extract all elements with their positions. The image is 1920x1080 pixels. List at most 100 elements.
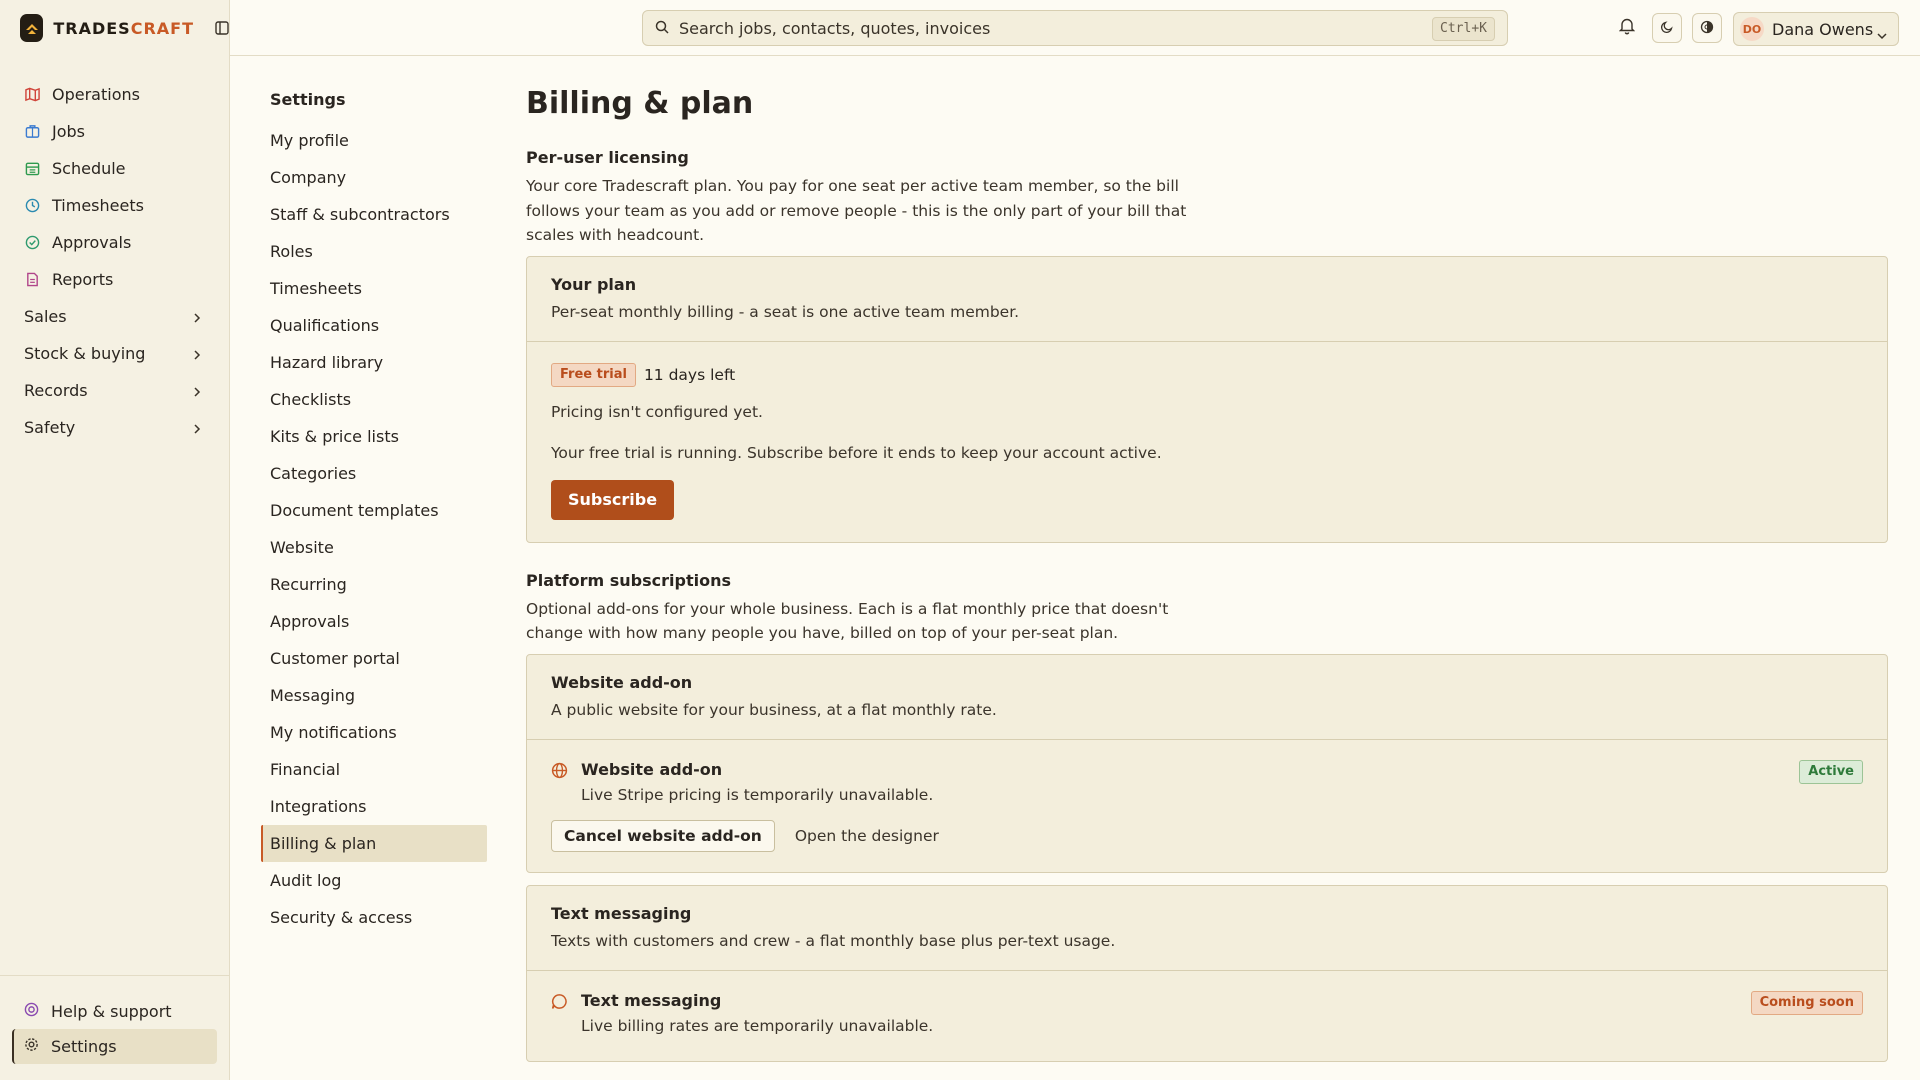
- sidebar-item-schedule[interactable]: Schedule: [0, 150, 229, 187]
- text-messaging-card: Text messaging Texts with customers and …: [526, 884, 1888, 1062]
- settings-item-timesheets[interactable]: Timesheets: [261, 270, 487, 307]
- settings-nav-title: Settings: [270, 90, 346, 109]
- sidebar-item-label: Timesheets: [52, 196, 144, 215]
- settings-item-billing-plan[interactable]: Billing & plan: [261, 825, 487, 862]
- sidebar-group-sales[interactable]: Sales: [0, 298, 229, 335]
- website-addon-row: Website add-on Live Stripe pricing is te…: [551, 760, 1863, 808]
- sidebar-nav: Operations Jobs Schedule Timesheets Appr…: [0, 76, 229, 446]
- main-content: Billing & plan Per-user licensing Your c…: [526, 86, 1888, 1062]
- settings-item-messaging[interactable]: Messaging: [261, 677, 487, 714]
- moon-icon: [1660, 19, 1674, 38]
- settings-item-security-access[interactable]: Security & access: [261, 899, 487, 936]
- licensing-section-title: Per-user licensing: [526, 148, 689, 167]
- sidebar: TRADESCRAFT Operations Jobs Schedule Tim…: [0, 0, 230, 1080]
- website-addon-actions: Cancel website add-on Open the designer: [551, 819, 1863, 852]
- sidebar-item-label: Jobs: [52, 122, 85, 141]
- settings-item-my-profile[interactable]: My profile: [261, 122, 487, 159]
- settings-item-hazard-library[interactable]: Hazard library: [261, 344, 487, 381]
- theme-toggle-button[interactable]: [1652, 13, 1682, 43]
- brand-name: TRADESCRAFT: [53, 18, 194, 38]
- sidebar-group-safety[interactable]: Safety: [0, 409, 229, 446]
- chevron-right-icon: [193, 309, 201, 328]
- settings-item-integrations[interactable]: Integrations: [261, 788, 487, 825]
- bell-icon[interactable]: [1618, 17, 1636, 39]
- sidebar-item-settings[interactable]: Settings: [12, 1029, 217, 1064]
- settings-item-staff[interactable]: Staff & subcontractors: [261, 196, 487, 233]
- chevron-down-icon: [1876, 25, 1888, 44]
- sidebar-item-label: Approvals: [52, 233, 132, 252]
- settings-item-kits[interactable]: Kits & price lists: [261, 418, 487, 455]
- chat-bubble-icon: [551, 993, 569, 1011]
- calendar-icon: [24, 161, 40, 177]
- settings-item-customer-portal[interactable]: Customer portal: [261, 640, 487, 677]
- your-plan-card-body: Free trial 11 days left Pricing isn't co…: [527, 342, 1887, 542]
- trial-status-row: Free trial 11 days left: [551, 362, 1863, 388]
- settings-item-audit-log[interactable]: Audit log: [261, 862, 487, 899]
- settings-item-financial[interactable]: Financial: [261, 751, 487, 788]
- document-icon: [24, 272, 40, 288]
- settings-item-roles[interactable]: Roles: [261, 233, 487, 270]
- open-designer-link[interactable]: Open the designer: [795, 827, 939, 845]
- website-addon-card-body: Website add-on Live Stripe pricing is te…: [527, 740, 1887, 872]
- brand[interactable]: TRADESCRAFT: [0, 0, 229, 56]
- subscribe-button[interactable]: Subscribe: [551, 479, 675, 520]
- sidebar-item-timesheets[interactable]: Timesheets: [0, 187, 229, 224]
- sidebar-group-stock-buying[interactable]: Stock & buying: [0, 335, 229, 372]
- topbar: Ctrl+K DO Dana Owens: [230, 0, 1920, 56]
- settings-item-my-notifications[interactable]: My notifications: [261, 714, 487, 751]
- settings-item-website[interactable]: Website: [261, 529, 487, 566]
- page-title: Billing & plan: [526, 86, 754, 121]
- settings-item-approvals[interactable]: Approvals: [261, 603, 487, 640]
- settings-item-categories[interactable]: Categories: [261, 455, 487, 492]
- brand-logo-icon: [20, 14, 44, 42]
- sidebar-item-label: Help & support: [51, 1002, 172, 1021]
- sidebar-item-reports[interactable]: Reports: [0, 261, 229, 298]
- sidebar-group-records[interactable]: Records: [0, 372, 229, 409]
- website-addon-card: Website add-on A public website for your…: [526, 653, 1888, 873]
- settings-item-document-templates[interactable]: Document templates: [261, 492, 487, 529]
- avatar: DO: [1740, 17, 1764, 41]
- cancel-website-addon-button[interactable]: Cancel website add-on: [551, 819, 775, 852]
- collapse-sidebar-icon[interactable]: [214, 19, 229, 37]
- your-plan-title: Your plan: [551, 274, 637, 294]
- sidebar-item-label: Operations: [52, 85, 140, 104]
- licensing-section-desc: Your core Tradescraft plan. You pay for …: [526, 177, 1187, 244]
- settings-nav: Settings My profile Company Staff & subc…: [261, 90, 487, 936]
- settings-item-checklists[interactable]: Checklists: [261, 381, 487, 418]
- sidebar-item-operations[interactable]: Operations: [0, 76, 229, 113]
- platform-section-title: Platform subscriptions: [526, 570, 731, 590]
- contrast-toggle-button[interactable]: [1692, 13, 1722, 43]
- text-messaging-subtitle: Live billing rates are temporarily unava…: [581, 1016, 934, 1035]
- website-addon-card-header: Website add-on A public website for your…: [527, 655, 1887, 740]
- settings-item-recurring[interactable]: Recurring: [261, 566, 487, 603]
- lifebuoy-icon: [24, 1002, 39, 1021]
- globe-icon: [551, 762, 569, 780]
- search-shortcut: Ctrl+K: [1432, 17, 1495, 41]
- website-addon-title: Website add-on: [581, 759, 723, 779]
- search-input[interactable]: [679, 18, 1419, 38]
- text-messaging-card-body: Text messaging Live billing rates are te…: [527, 971, 1887, 1061]
- sidebar-item-jobs[interactable]: Jobs: [0, 113, 229, 150]
- sidebar-item-approvals[interactable]: Approvals: [0, 224, 229, 261]
- contrast-icon: [1700, 19, 1714, 38]
- your-plan-card: Your plan Per-seat monthly billing - a s…: [526, 255, 1888, 543]
- website-addon-card-title: Website add-on: [551, 672, 693, 692]
- sidebar-group-label: Safety: [24, 418, 76, 437]
- your-plan-desc: Per-seat monthly billing - a seat is one…: [551, 302, 1020, 321]
- settings-item-company[interactable]: Company: [261, 159, 487, 196]
- settings-item-qualifications[interactable]: Qualifications: [261, 307, 487, 344]
- map-icon: [24, 87, 40, 103]
- chevron-right-icon: [193, 383, 201, 402]
- sidebar-item-help[interactable]: Help & support: [12, 994, 217, 1029]
- search-icon: [655, 19, 669, 38]
- text-messaging-title: Text messaging: [581, 990, 722, 1010]
- platform-section-desc: Optional add-ons for your whole business…: [526, 599, 1169, 643]
- text-messaging-card-title: Text messaging: [551, 903, 692, 923]
- user-menu-button[interactable]: DO Dana Owens: [1733, 12, 1899, 46]
- text-messaging-card-desc: Texts with customers and crew - a flat m…: [551, 931, 1116, 950]
- clock-icon: [24, 198, 40, 214]
- website-addon-status-badge: Active: [1799, 759, 1863, 784]
- trial-days-left: 11 days left: [643, 365, 736, 384]
- search-bar[interactable]: Ctrl+K: [642, 10, 1508, 46]
- pricing-note: Pricing isn't configured yet.: [551, 402, 763, 421]
